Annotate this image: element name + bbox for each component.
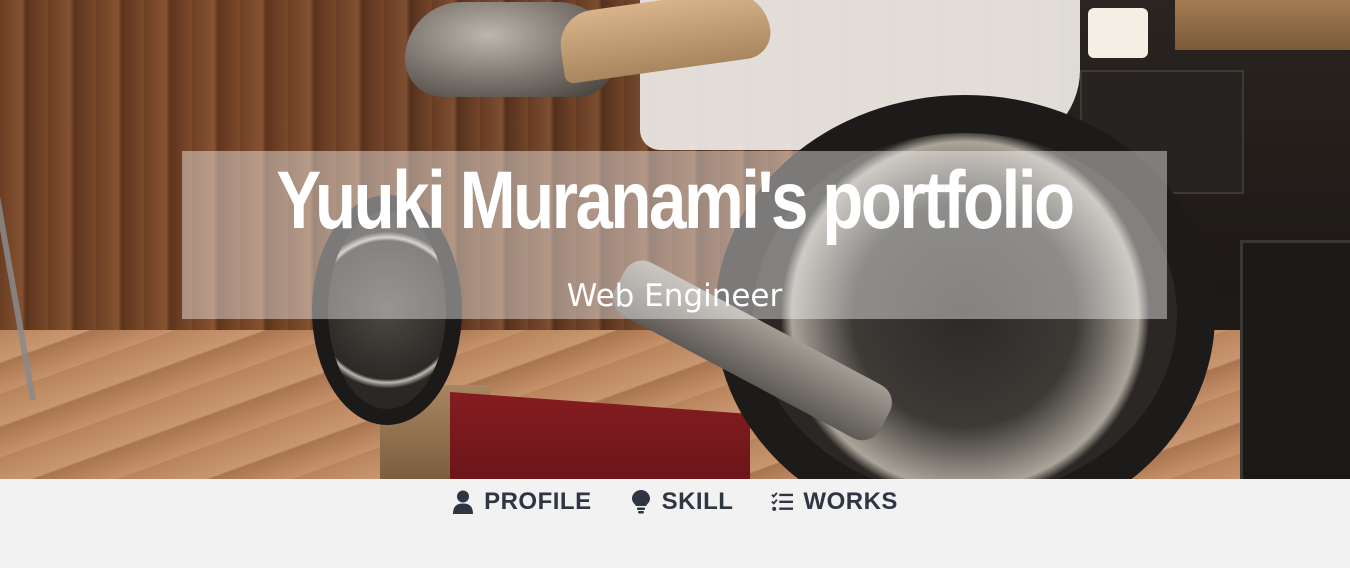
nav-item-label: SKILL [661, 488, 734, 515]
nav-item-label: PROFILE [484, 488, 592, 515]
user-icon [452, 490, 474, 514]
main-nav: PROFILE SKILL WORKS [0, 479, 1350, 568]
nav-item-skill[interactable]: SKILL [630, 487, 734, 517]
hero-banner: Yuuki Muranami's portfolio Web Engineer [0, 0, 1350, 479]
lightbulb-icon [630, 490, 652, 514]
nav-item-profile[interactable]: PROFILE [452, 487, 592, 517]
nav-item-works[interactable]: WORKS [771, 487, 898, 517]
tasks-list-icon [771, 490, 794, 514]
site-title: Yuuki Muranami's portfolio [276, 155, 1075, 246]
nav-list: PROFILE SKILL WORKS [0, 487, 1350, 517]
site-subtitle: Web Engineer [566, 278, 783, 314]
title-panel: Yuuki Muranami's portfolio Web Engineer [182, 151, 1167, 319]
nav-item-label: WORKS [803, 488, 898, 515]
